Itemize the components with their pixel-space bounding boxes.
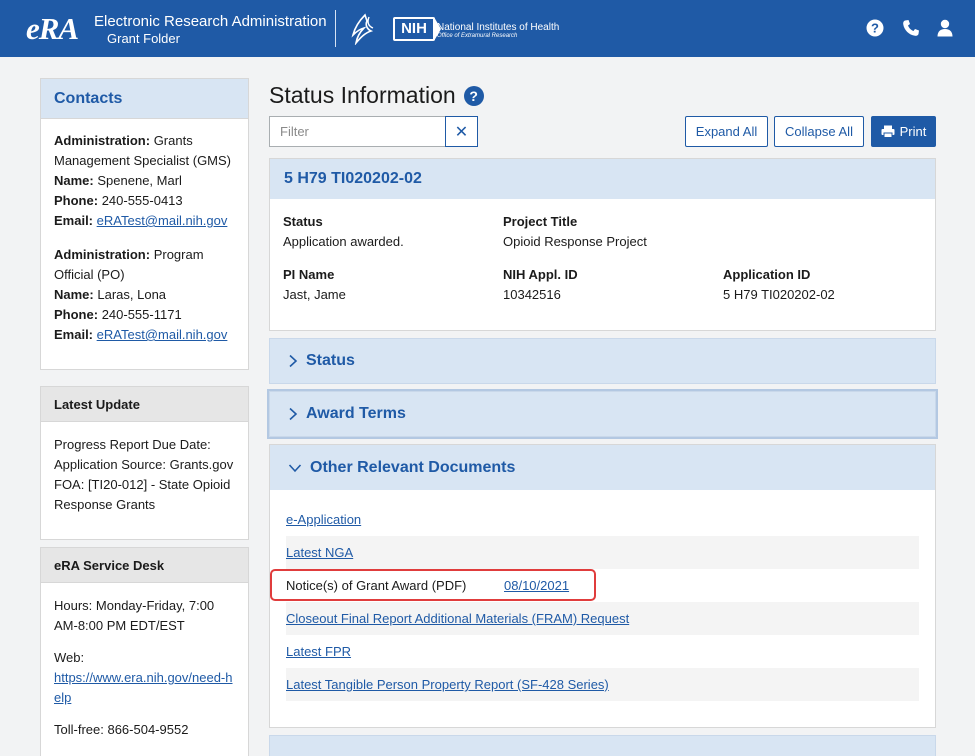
update-line: Progress Report Due Date: bbox=[54, 437, 211, 452]
service-desk-body: Hours: Monday-Friday, 7:00 AM-8:00 PM ED… bbox=[41, 583, 248, 752]
next-accordion-partial[interactable] bbox=[269, 735, 936, 756]
accordion-award-terms[interactable]: Award Terms bbox=[269, 391, 936, 437]
project-title-cell: Project Title Opioid Response Project bbox=[503, 212, 647, 252]
document-row: e-Application bbox=[286, 503, 919, 536]
application-id-cell: Application ID 5 H79 TI020202-02 bbox=[723, 265, 835, 305]
documents-list: e-Application Latest NGA Notice(s) of Gr… bbox=[286, 503, 919, 701]
top-header: eRA Electronic Research Administration G… bbox=[0, 0, 975, 57]
page-title: Status Information ? bbox=[269, 82, 484, 109]
project-title-value: Opioid Response Project bbox=[503, 234, 647, 249]
accordion-label: Other Relevant Documents bbox=[310, 458, 516, 476]
email-label: Email: bbox=[54, 213, 94, 228]
name-value: Laras, Lona bbox=[97, 287, 167, 302]
name-value: Spenene, Marl bbox=[97, 173, 182, 188]
latest-update-body: Progress Report Due Date: Application So… bbox=[41, 422, 248, 527]
service-desk-panel: eRA Service Desk Hours: Monday-Friday, 7… bbox=[40, 547, 249, 756]
service-desk-title: eRA Service Desk bbox=[41, 548, 248, 583]
hhs-eagle-icon bbox=[351, 13, 374, 45]
nih-logo[interactable]: NIH bbox=[393, 17, 441, 41]
phone-label: Phone: bbox=[54, 307, 99, 322]
status-cell: Status Application awarded. bbox=[283, 212, 404, 252]
document-row: Latest Tangible Person Property Report (… bbox=[286, 668, 919, 701]
print-button[interactable]: Print bbox=[871, 116, 936, 147]
era-logo[interactable]: eRA bbox=[26, 11, 79, 47]
phone-icon[interactable] bbox=[902, 19, 920, 37]
need-help-link[interactable]: https://www.era.nih.gov/need-help bbox=[54, 670, 233, 705]
collapse-all-button[interactable]: Collapse All bbox=[774, 116, 864, 147]
nih-name: National Institutes of Health bbox=[437, 22, 560, 33]
close-icon: ✕ bbox=[454, 123, 469, 141]
app-title: Electronic Research Administration bbox=[94, 13, 327, 30]
name-label: Name: bbox=[54, 287, 94, 302]
chevron-right-icon bbox=[289, 354, 298, 368]
expand-all-button[interactable]: Expand All bbox=[685, 116, 768, 147]
admin-label: Administration: bbox=[54, 247, 151, 262]
chevron-down-icon bbox=[288, 463, 302, 472]
application-id-value: 5 H79 TI020202-02 bbox=[723, 287, 835, 302]
contacts-body: Administration: Grants Management Specia… bbox=[41, 119, 248, 357]
project-title-label: Project Title bbox=[503, 214, 578, 229]
document-row: Latest NGA bbox=[286, 536, 919, 569]
accordion-status[interactable]: Status bbox=[269, 338, 936, 384]
filter-input[interactable] bbox=[269, 116, 445, 147]
document-row: Closeout Final Report Additional Materia… bbox=[286, 602, 919, 635]
contacts-title: Contacts bbox=[41, 79, 248, 119]
nih-appl-id-cell: NIH Appl. ID 10342516 bbox=[503, 265, 578, 305]
app-subtitle: Grant Folder bbox=[107, 31, 180, 46]
header-divider bbox=[335, 10, 336, 47]
admin-label: Administration: bbox=[54, 133, 151, 148]
service-desk-tollfree: Toll-free: 866-504-9552 bbox=[54, 722, 189, 737]
phone-label: Phone: bbox=[54, 193, 99, 208]
grant-number: 5 H79 TI020202-02 bbox=[270, 159, 935, 199]
document-row: Latest FPR bbox=[286, 635, 919, 668]
tangible-property-report-link[interactable]: Latest Tangible Person Property Report (… bbox=[286, 677, 609, 692]
printer-icon bbox=[881, 125, 895, 138]
pi-name-cell: PI Name Jast, Jame bbox=[283, 265, 346, 305]
name-label: Name: bbox=[54, 173, 94, 188]
contact-po: Administration: Program Official (PO) Na… bbox=[54, 245, 235, 345]
latest-update-panel: Latest Update Progress Report Due Date: … bbox=[40, 386, 249, 540]
contacts-panel: Contacts Administration: Grants Manageme… bbox=[40, 78, 249, 370]
print-label: Print bbox=[899, 124, 927, 139]
web-label: Web: bbox=[54, 650, 85, 665]
service-desk-web: Web: https://www.era.nih.gov/need-help bbox=[54, 648, 235, 708]
service-desk-hours: Hours: Monday-Friday, 7:00 AM-8:00 PM ED… bbox=[54, 598, 215, 633]
accordion-other-documents[interactable]: Other Relevant Documents bbox=[270, 445, 935, 490]
user-icon[interactable] bbox=[936, 19, 954, 37]
pi-name-value: Jast, Jame bbox=[283, 287, 346, 302]
page-title-text: Status Information bbox=[269, 82, 456, 108]
phone-value: 240-555-1171 bbox=[101, 307, 182, 322]
phone-value: 240-555-0413 bbox=[101, 193, 183, 208]
chevron-right-icon bbox=[289, 407, 298, 421]
accordion-label: Award Terms bbox=[306, 405, 406, 422]
update-line: Application Source: Grants.gov bbox=[54, 457, 234, 472]
nih-appl-id-value: 10342516 bbox=[503, 287, 561, 302]
e-application-link[interactable]: e-Application bbox=[286, 512, 361, 527]
clear-filter-button[interactable]: ✕ bbox=[445, 116, 478, 147]
nih-appl-id-label: NIH Appl. ID bbox=[503, 267, 578, 282]
help-icon[interactable]: ? bbox=[866, 19, 884, 37]
fram-request-link[interactable]: Closeout Final Report Additional Materia… bbox=[286, 611, 629, 626]
latest-fpr-link[interactable]: Latest FPR bbox=[286, 644, 351, 659]
email-link[interactable]: eRATest@mail.nih.gov bbox=[97, 327, 228, 342]
latest-nga-link[interactable]: Latest NGA bbox=[286, 545, 353, 560]
email-label: Email: bbox=[54, 327, 94, 342]
nih-office: Office of Extramural Research bbox=[437, 33, 518, 39]
update-line: FOA: [TI20-012] - State Opioid Response … bbox=[54, 477, 231, 512]
svg-text:?: ? bbox=[871, 21, 879, 36]
highlight-annotation bbox=[270, 569, 596, 601]
help-icon[interactable]: ? bbox=[463, 85, 484, 106]
email-link[interactable]: eRATest@mail.nih.gov bbox=[97, 213, 228, 228]
status-value: Application awarded. bbox=[283, 234, 404, 249]
status-label: Status bbox=[283, 214, 323, 229]
latest-update-title: Latest Update bbox=[41, 387, 248, 422]
contact-gms: Administration: Grants Management Specia… bbox=[54, 131, 235, 231]
summary-grid: Status Application awarded. Project Titl… bbox=[270, 199, 935, 331]
application-id-label: Application ID bbox=[723, 267, 811, 282]
grant-summary-card: 5 H79 TI020202-02 Status Application awa… bbox=[269, 158, 936, 331]
accordion-label: Status bbox=[306, 352, 355, 369]
pi-name-label: PI Name bbox=[283, 267, 335, 282]
